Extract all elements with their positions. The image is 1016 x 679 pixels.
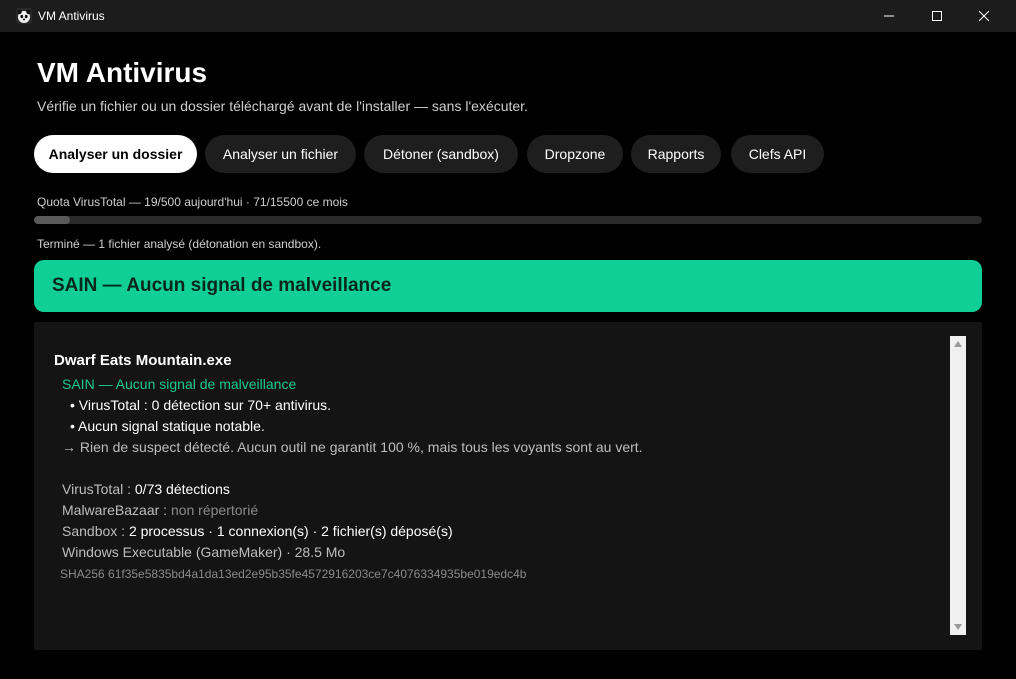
quota-progress-bar — [34, 216, 982, 224]
tab-dropzone[interactable]: Dropzone — [527, 135, 623, 173]
quota-text: Quota VirusTotal — 19/500 aujourd'hui · … — [37, 195, 348, 209]
quota-progress-fill — [34, 216, 71, 224]
minimize-button[interactable] — [866, 0, 912, 32]
virustotal-key: VirusTotal : — [62, 481, 135, 497]
report-conclusion: → Rien de suspect détecté. Aucun outil n… — [62, 439, 643, 455]
report-verdict: SAIN — Aucun signal de malveillance — [62, 376, 297, 392]
report-bullet: • Aucun signal statique notable. — [70, 418, 265, 434]
sandbox-key: Sandbox : — [62, 523, 129, 539]
verdict-label: SAIN — Aucun signal de malveillance — [52, 275, 392, 296]
title-bar: VM Antivirus — [0, 0, 1016, 32]
tab-analyser-fichier[interactable]: Analyser un fichier — [205, 135, 356, 173]
tab-detoner-sandbox[interactable]: Détoner (sandbox) — [364, 135, 518, 173]
minimize-icon — [884, 11, 894, 21]
report-virustotal-row: VirusTotal : 0/73 détections — [62, 481, 230, 497]
report-scrollbar[interactable] — [950, 336, 966, 635]
tab-analyser-dossier[interactable]: Analyser un dossier — [34, 135, 197, 173]
tab-rapports[interactable]: Rapports — [631, 135, 721, 173]
report-file-name: Dwarf Eats Mountain.exe — [54, 352, 232, 369]
virustotal-value: 0/73 détections — [134, 481, 230, 497]
tab-clefs-api[interactable]: Clefs API — [731, 135, 824, 173]
maximize-icon — [932, 11, 942, 21]
status-text: Terminé — 1 fichier analysé (détonation … — [37, 237, 322, 251]
report-malwarebazaar-row: MalwareBazaar : non répertorié — [62, 502, 258, 518]
panda-icon — [16, 8, 32, 24]
report-sha256: SHA256 61f35e5835bd4a1da13ed2e95b35fe457… — [60, 567, 527, 581]
scroll-down-arrow[interactable] — [950, 619, 966, 635]
malwarebazaar-key: MalwareBazaar : — [62, 502, 171, 518]
close-icon — [979, 11, 989, 21]
maximize-button[interactable] — [914, 0, 960, 32]
report-file-type: Windows Executable (GameMaker) · 28.5 Mo — [62, 544, 346, 560]
scroll-up-arrow[interactable] — [950, 336, 966, 352]
caret-down-icon — [954, 624, 962, 630]
report-bullet: • VirusTotal : 0 détection sur 70+ antiv… — [70, 397, 332, 413]
close-button[interactable] — [961, 0, 1007, 32]
report-panel: Dwarf Eats Mountain.exe SAIN — Aucun sig… — [34, 322, 982, 650]
page-subtitle: Vérifie un fichier ou un dossier télécha… — [37, 98, 528, 114]
verdict-banner: SAIN — Aucun signal de malveillance — [34, 260, 982, 312]
sandbox-value: 2 processus · 1 connexion(s) · 2 fichier… — [128, 523, 453, 539]
caret-up-icon — [954, 341, 962, 347]
page-title: VM Antivirus — [37, 57, 208, 88]
report-sandbox-row: Sandbox : 2 processus · 1 connexion(s) ·… — [62, 523, 453, 539]
window-title: VM Antivirus — [38, 9, 105, 23]
malwarebazaar-value: non répertorié — [170, 502, 259, 518]
